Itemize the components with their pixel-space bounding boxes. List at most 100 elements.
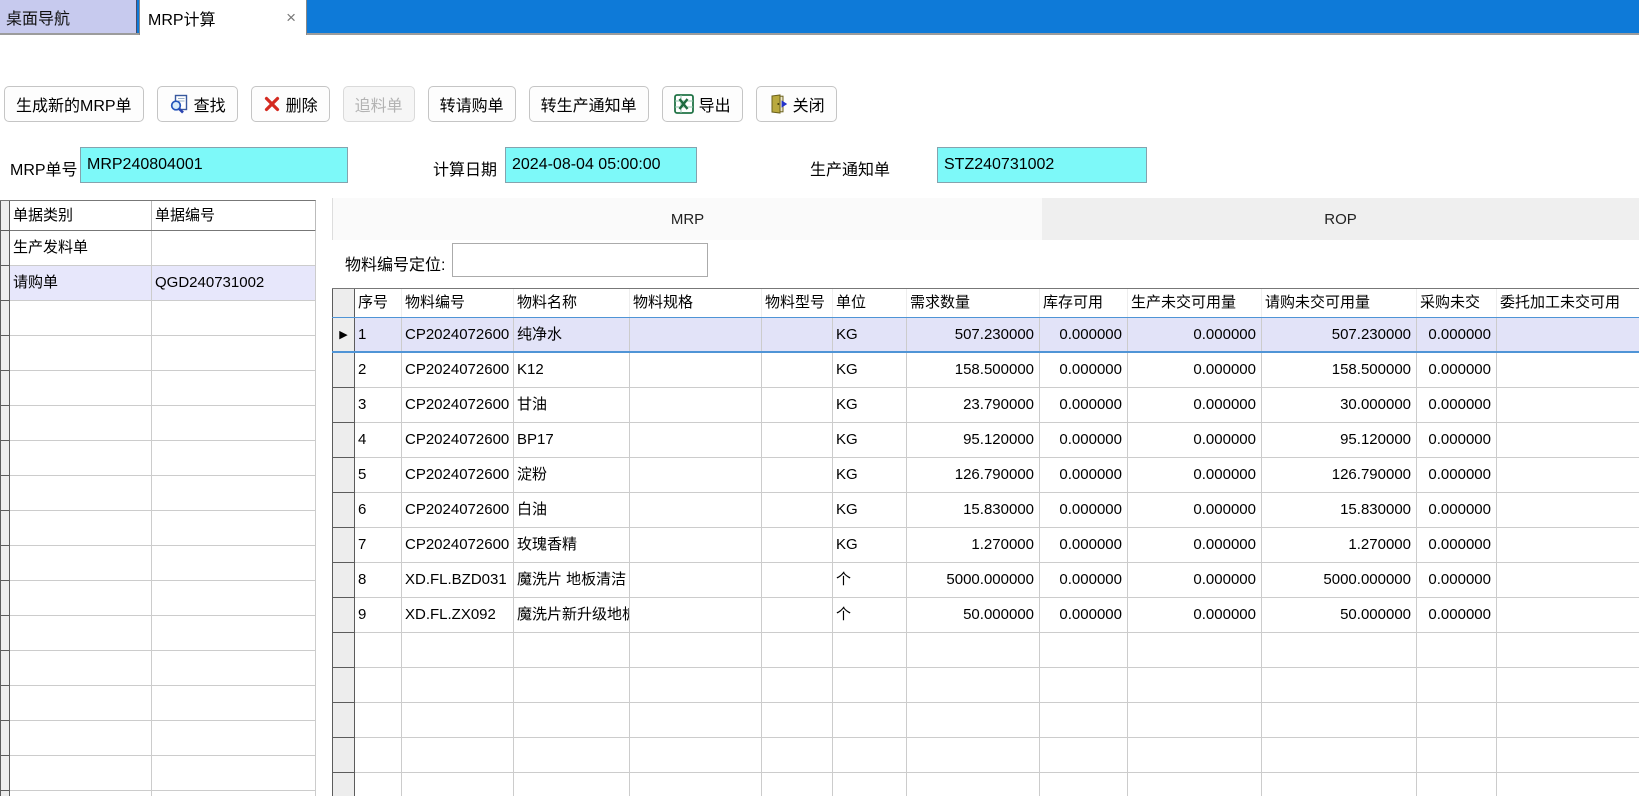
row-selector-cell	[332, 633, 355, 668]
outsourced-open-qty-cell	[1497, 773, 1639, 796]
tab-desktop-navigation[interactable]: 桌面导航	[0, 0, 137, 33]
material-locator-input[interactable]	[452, 243, 708, 277]
document-list-empty-row[interactable]	[0, 371, 315, 406]
grid-column-header[interactable]: 物料编号	[402, 289, 514, 317]
grid-column-header[interactable]: 物料规格	[630, 289, 762, 317]
grid-column-header[interactable]: 生产未交可用量	[1128, 289, 1262, 317]
table-empty-row[interactable]	[332, 633, 1639, 668]
document-list-panel: 单据类别 单据编号 生产发料单请购单QGD240731002	[0, 200, 316, 796]
delete-button[interactable]: 删除	[251, 86, 330, 122]
table-row[interactable]: 2CP2024072600K12KG158.5000000.0000000.00…	[332, 353, 1639, 388]
document-list-empty-row[interactable]	[0, 301, 315, 336]
purchase-open-qty-cell	[1417, 633, 1497, 668]
grid-column-header[interactable]: 需求数量	[907, 289, 1040, 317]
find-button[interactable]: 查找	[157, 86, 238, 122]
seq-cell: 4	[355, 423, 402, 458]
table-empty-row[interactable]	[332, 738, 1639, 773]
prod-notice-field[interactable]	[937, 147, 1147, 183]
document-list-empty-row[interactable]	[0, 616, 315, 651]
material-name-cell	[514, 703, 630, 738]
document-list-empty-row[interactable]	[0, 791, 315, 796]
grid-column-header[interactable]: 物料名称	[514, 289, 630, 317]
grid-column-header[interactable]: 委托加工未交可用	[1497, 289, 1639, 317]
document-list-row[interactable]: 请购单QGD240731002	[0, 266, 315, 301]
document-list-row[interactable]: 生产发料单	[0, 231, 315, 266]
to-purchase-request-button[interactable]: 转请购单	[428, 86, 516, 122]
close-button[interactable]: 关闭	[756, 86, 837, 122]
row-selector-cell	[0, 546, 10, 581]
unit-cell	[833, 738, 907, 773]
document-list-empty-row[interactable]	[0, 336, 315, 371]
table-row[interactable]: 8XD.FL.BZD031魔洗片 地板清洁个5000.0000000.00000…	[332, 563, 1639, 598]
document-list-row-cells	[10, 406, 316, 441]
material-spec-cell	[630, 563, 762, 598]
production-open-qty-cell	[1128, 738, 1262, 773]
table-empty-row[interactable]	[332, 703, 1639, 738]
demand-qty-cell	[907, 773, 1040, 796]
document-list-row-cells	[10, 721, 316, 756]
doc-type-cell	[10, 581, 152, 616]
table-row[interactable]: 5CP2024072600淀粉KG126.7900000.0000000.000…	[332, 458, 1639, 493]
table-empty-row[interactable]	[332, 668, 1639, 703]
grid-column-header[interactable]: 序号	[355, 289, 402, 317]
row-selector-cell	[332, 773, 355, 796]
doc-no-cell: QGD240731002	[152, 266, 316, 301]
doc-type-cell	[10, 616, 152, 651]
purchase-request-open-qty-cell: 5000.000000	[1262, 563, 1417, 598]
document-list-empty-row[interactable]	[0, 546, 315, 581]
demand-qty-cell: 5000.000000	[907, 563, 1040, 598]
purchase-open-qty-cell: 0.000000	[1417, 493, 1497, 528]
grid-column-header[interactable]: 采购未交	[1417, 289, 1497, 317]
document-list-empty-row[interactable]	[0, 511, 315, 546]
doc-no-cell	[152, 791, 316, 796]
stock-available-cell: 0.000000	[1040, 318, 1128, 351]
grid-column-header[interactable]: 物料型号	[762, 289, 833, 317]
document-list-empty-row[interactable]	[0, 476, 315, 511]
grid-column-header[interactable]: 请购未交可用量	[1262, 289, 1417, 317]
to-production-notice-button[interactable]: 转生产通知单	[529, 86, 649, 122]
mrp-no-label: MRP单号	[10, 156, 78, 180]
document-list-empty-row[interactable]	[0, 581, 315, 616]
purchase-request-open-qty-cell: 30.000000	[1262, 388, 1417, 423]
table-empty-row[interactable]	[332, 773, 1639, 796]
trace-material-order-button: 追料单	[343, 86, 415, 122]
table-row[interactable]: 7CP2024072600玫瑰香精KG1.2700000.0000000.000…	[332, 528, 1639, 563]
export-button[interactable]: 导出	[662, 86, 743, 122]
document-list-row-cells	[10, 651, 316, 686]
exit-door-icon	[768, 94, 788, 114]
tab-mrp[interactable]: MRP	[332, 198, 1042, 240]
document-list-empty-row[interactable]	[0, 756, 315, 791]
table-row[interactable]: 4CP2024072600BP17KG95.1200000.0000000.00…	[332, 423, 1639, 458]
row-selector-cell	[332, 563, 355, 598]
new-mrp-button[interactable]: 生成新的MRP单	[4, 86, 144, 122]
tab-mrp-calculation[interactable]: MRP计算 ×	[139, 0, 307, 35]
unit-cell	[833, 668, 907, 703]
table-row[interactable]: 6CP2024072600白油KG15.8300000.0000000.0000…	[332, 493, 1639, 528]
close-icon[interactable]: ×	[286, 9, 296, 26]
purchase-request-open-qty-cell: 126.790000	[1262, 458, 1417, 493]
document-list-empty-row[interactable]	[0, 441, 315, 476]
document-list-empty-row[interactable]	[0, 721, 315, 756]
row-selector-cell	[0, 231, 10, 266]
tab-rop[interactable]: ROP	[1042, 198, 1639, 240]
table-row[interactable]: ▶1CP2024072600纯净水KG507.2300000.0000000.0…	[332, 317, 1639, 353]
row-selector-cell	[332, 668, 355, 703]
material-model-cell	[762, 388, 833, 423]
calc-date-field[interactable]	[505, 147, 697, 183]
document-list-empty-row[interactable]	[0, 406, 315, 441]
material-name-cell: BP17	[514, 423, 630, 458]
grid-column-header[interactable]: 单位	[833, 289, 907, 317]
table-row[interactable]: 9XD.FL.ZX092魔洗片新升级地板个50.0000000.0000000.…	[332, 598, 1639, 633]
calc-date-label: 计算日期	[433, 156, 497, 180]
material-spec-cell	[630, 423, 762, 458]
document-list-empty-row[interactable]	[0, 651, 315, 686]
document-list-row-cells	[10, 476, 316, 511]
mrp-no-field[interactable]	[80, 147, 348, 183]
seq-cell	[355, 703, 402, 738]
document-list-empty-row[interactable]	[0, 686, 315, 721]
doc-no-cell	[152, 651, 316, 686]
stock-available-cell: 0.000000	[1040, 423, 1128, 458]
purchase-open-qty-cell: 0.000000	[1417, 563, 1497, 598]
table-row[interactable]: 3CP2024072600甘油KG23.7900000.0000000.0000…	[332, 388, 1639, 423]
grid-column-header[interactable]: 库存可用	[1040, 289, 1128, 317]
